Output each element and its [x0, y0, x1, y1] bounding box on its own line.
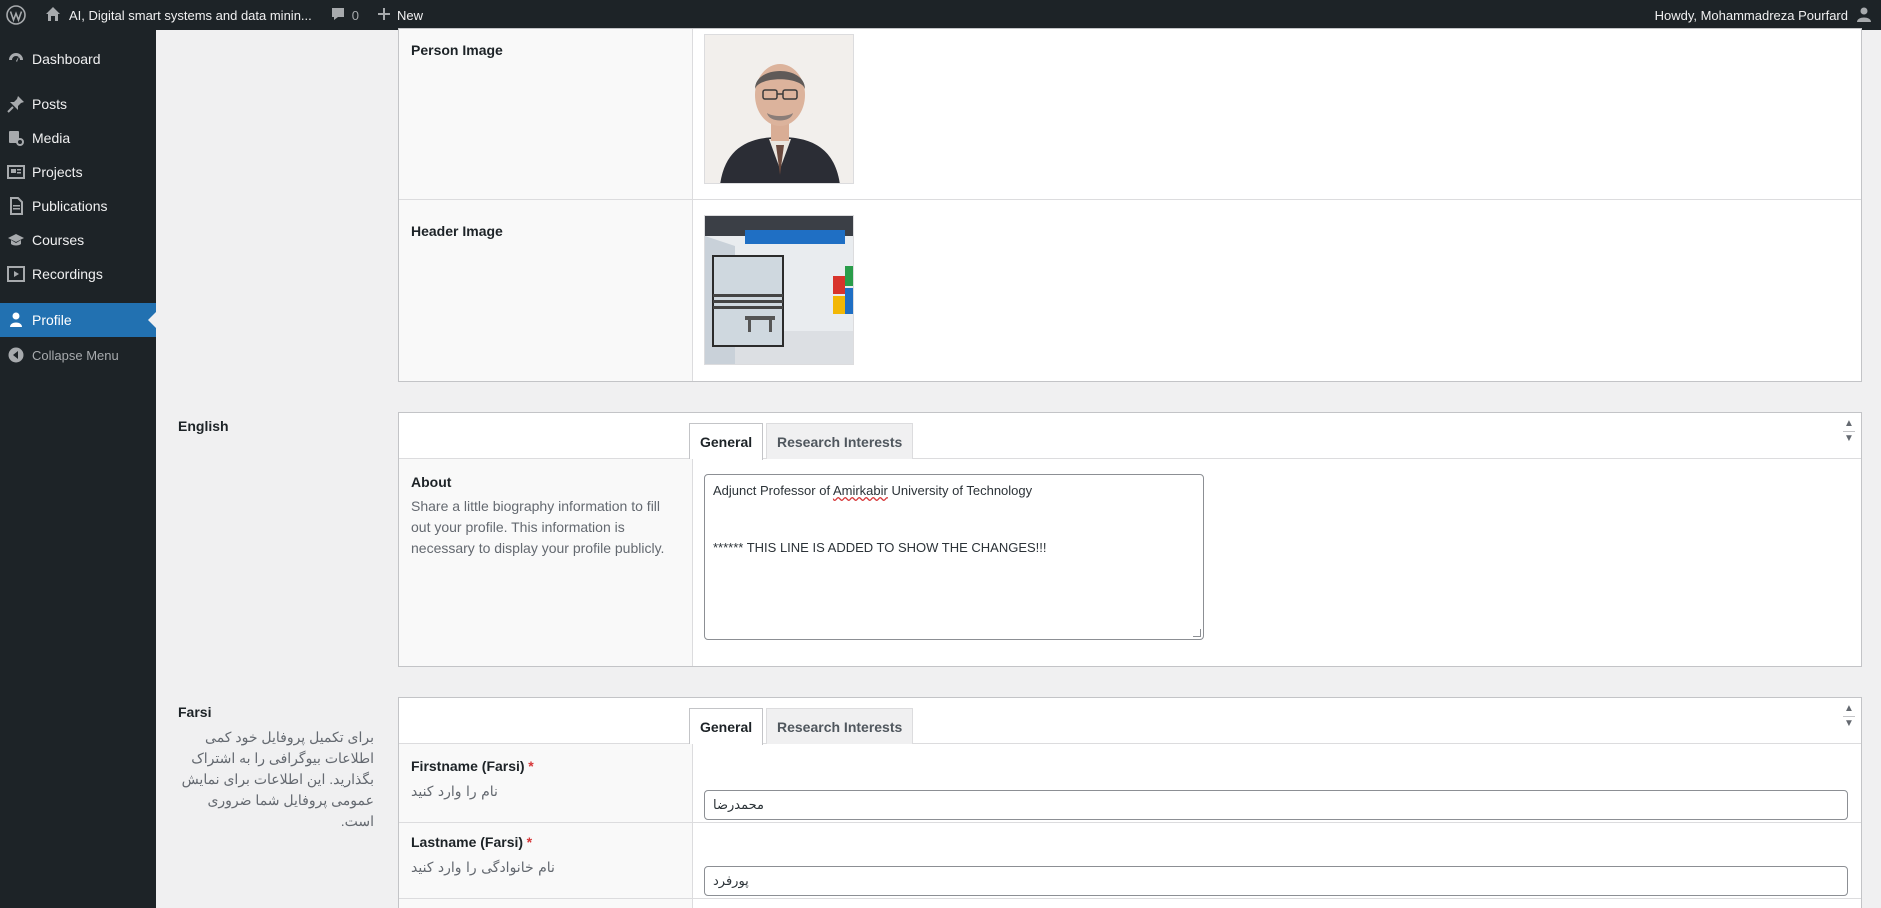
person-image-label: Person Image	[411, 42, 503, 58]
home-icon	[45, 6, 61, 25]
site-name-label: AI, Digital smart systems and data minin…	[69, 7, 312, 23]
misspelled-word: Amirkabir	[832, 483, 888, 498]
firstname-farsi-input[interactable]	[704, 790, 1848, 820]
about-textarea-field[interactable]: Adjunct Professor of Amirkabir Universit…	[704, 474, 1204, 640]
about-line-2: ****** THIS LINE IS ADDED TO SHOW THE CH…	[713, 540, 1047, 555]
menu-label: Dashboard	[32, 51, 101, 67]
site-name-link[interactable]: AI, Digital smart systems and data minin…	[36, 0, 321, 30]
menu-label: Media	[32, 130, 71, 146]
lastname-hint: نام خانوادگی را وارد کنید	[411, 860, 555, 876]
menu-item-courses[interactable]: Courses	[0, 223, 156, 257]
graduation-cap-icon	[0, 231, 32, 249]
pushpin-icon	[0, 95, 32, 113]
english-box: General Research Interests ▲ ▼ About Shar…	[398, 412, 1862, 667]
row-separator	[399, 199, 1861, 200]
menu-item-recordings[interactable]: Recordings	[0, 257, 156, 291]
menu-item-posts[interactable]: Posts	[0, 87, 156, 121]
about-label-wrap: About Share a little biography informati…	[399, 459, 692, 559]
lastname-farsi-input[interactable]	[704, 866, 1848, 896]
user-icon	[0, 311, 32, 329]
comment-icon	[330, 6, 346, 25]
plus-icon	[377, 7, 391, 24]
office-photo-icon	[705, 216, 853, 364]
firstname-label: Firstname (Farsi)	[411, 758, 525, 774]
collapse-icon	[0, 347, 32, 363]
resize-handle-icon[interactable]	[1193, 629, 1201, 637]
new-label: New	[397, 7, 424, 23]
howdy-label: Howdy, Mohammadreza Pourfard	[1654, 7, 1848, 23]
collapse-label: Collapse Menu	[32, 347, 119, 363]
menu-item-media[interactable]: Media	[0, 121, 156, 155]
collapse-menu-button[interactable]: Collapse Menu	[0, 338, 156, 372]
media-icon	[0, 129, 32, 147]
firstname-hint: نام را وارد کنید	[411, 784, 498, 800]
menu-item-projects[interactable]: Projects	[0, 155, 156, 189]
farsi-box: General Research Interests ▲ ▼ Firstname …	[398, 697, 1862, 908]
dashboard-icon	[0, 50, 32, 68]
about-empty-line	[713, 499, 1195, 541]
avatar-icon	[1856, 6, 1872, 25]
english-section-title: English	[178, 418, 229, 434]
about-label: About	[411, 474, 452, 490]
person-image-thumbnail[interactable]	[704, 34, 854, 184]
tab-general[interactable]: General	[689, 708, 764, 745]
menu-item-publications[interactable]: Publications	[0, 189, 156, 223]
comments-count: 0	[351, 7, 359, 23]
english-tabbar: General Research Interests ▲ ▼	[399, 413, 1861, 460]
arrow-up-icon: ▲	[1844, 418, 1854, 429]
arrow-up-icon: ▲	[1844, 703, 1854, 714]
required-mark: *	[526, 834, 533, 850]
document-icon	[0, 197, 32, 215]
arrow-down-icon: ▼	[1844, 718, 1854, 729]
sort-handle[interactable]: ▲ ▼	[1843, 419, 1855, 444]
farsi-section-title: Farsi	[178, 704, 212, 720]
header-image-thumbnail[interactable]	[704, 215, 854, 365]
menu-label: Projects	[32, 164, 83, 180]
images-box: Person Image Header Image	[398, 28, 1862, 382]
menu-item-profile[interactable]: Profile	[0, 303, 156, 337]
about-text: University of Technology	[887, 483, 1033, 498]
video-icon	[0, 265, 32, 283]
about-label-column: About Share a little biography informati…	[399, 459, 693, 666]
farsi-tabbar: General Research Interests ▲ ▼	[399, 698, 1861, 745]
about-line-1: Adjunct Professor of Amirkabir Universit…	[713, 482, 1195, 499]
row-separator	[399, 898, 1861, 899]
about-text: Adjunct Professor of	[713, 483, 833, 498]
tab-general[interactable]: General	[689, 423, 764, 460]
menu-label: Posts	[32, 96, 68, 112]
header-image-label: Header Image	[411, 223, 503, 239]
wordpress-logo-icon[interactable]	[0, 0, 36, 30]
menu-label: Profile	[32, 312, 72, 328]
required-mark: *	[528, 758, 534, 774]
lastname-label: Lastname (Farsi)	[411, 834, 524, 850]
arrow-down-icon: ▼	[1844, 433, 1854, 444]
menu-label: Courses	[32, 232, 85, 248]
firstname-label-wrap: Firstname (Farsi) *	[411, 758, 534, 774]
portfolio-icon	[0, 163, 32, 181]
lastname-label-wrap: Lastname (Farsi) *	[411, 834, 532, 850]
about-description: Share a little biography information to …	[411, 498, 665, 556]
menu-item-dashboard[interactable]: Dashboard	[0, 42, 156, 76]
admin-bar: AI, Digital smart systems and data minin…	[0, 0, 1881, 30]
comments-link[interactable]: 0	[321, 0, 368, 30]
sort-handle[interactable]: ▲ ▼	[1843, 704, 1855, 729]
my-account-link[interactable]: Howdy, Mohammadreza Pourfard	[1646, 0, 1881, 30]
profile-content: Person Image Header Image English Genera…	[156, 28, 1881, 908]
row-separator	[399, 822, 1861, 823]
menu-label: Recordings	[32, 266, 103, 282]
person-photo-icon	[705, 35, 853, 183]
admin-menu: Dashboard Posts Media Projects Publicati…	[0, 30, 156, 908]
tab-research-interests[interactable]: Research Interests	[766, 423, 914, 459]
farsi-section-description: برای تکمیل پروفایل خود کمی اطلاعات بیوگر…	[181, 729, 374, 829]
tab-research-interests[interactable]: Research Interests	[766, 708, 914, 744]
menu-label: Publications	[32, 198, 108, 214]
new-content-link[interactable]: New	[368, 0, 432, 30]
images-label-column	[399, 29, 693, 381]
